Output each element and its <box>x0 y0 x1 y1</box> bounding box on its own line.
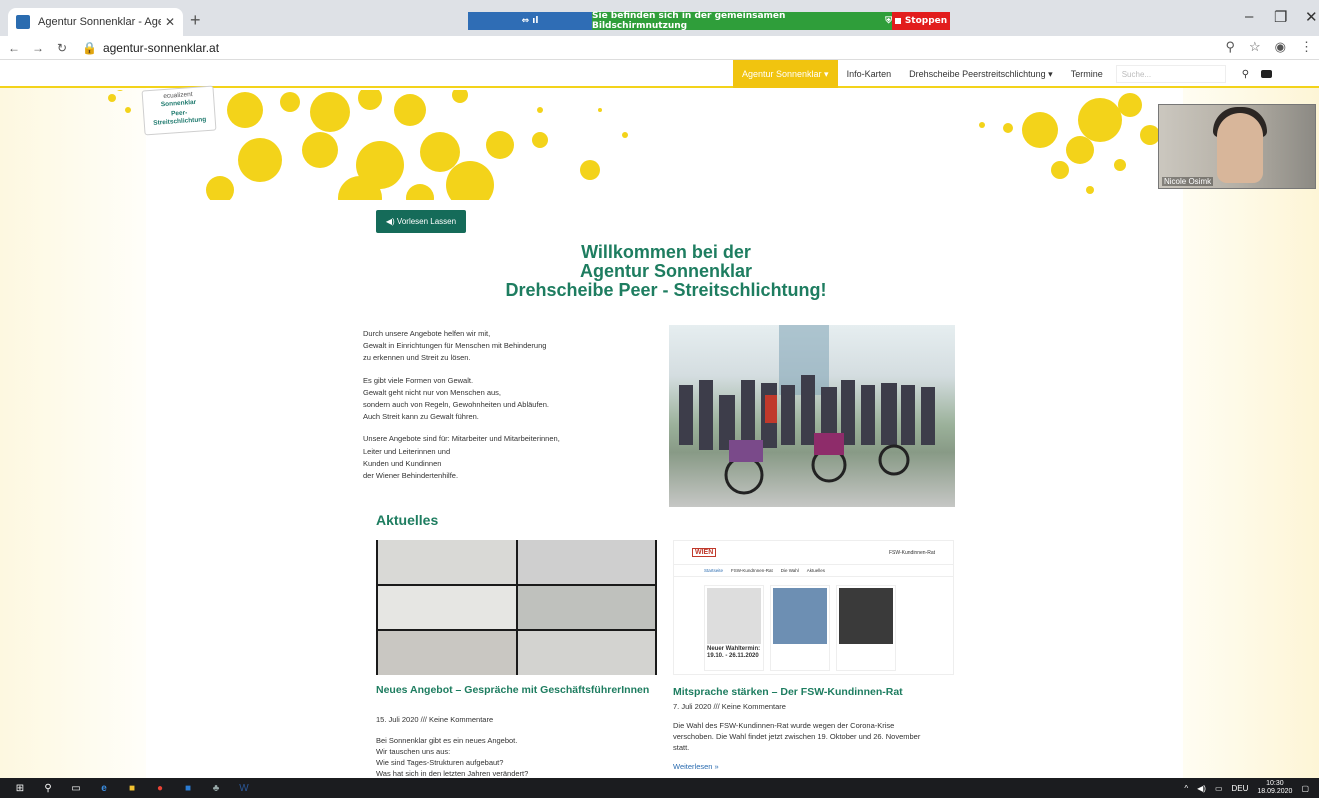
lock-icon: 🔒 <box>82 40 97 55</box>
wien-logo: WIEN <box>692 548 717 557</box>
participant-face <box>1217 113 1263 183</box>
web-page: Agentur Sonnenklar ▾ Info-Karten Drehsch… <box>0 60 1319 778</box>
vorlesen-button[interactable]: ◀) Vorlesen Lassen <box>376 210 466 233</box>
post-title[interactable]: Mitsprache stärken – Der FSW-Kundinnen-R… <box>673 686 963 698</box>
accessibility-image <box>773 588 827 644</box>
video-call-tile <box>517 540 655 584</box>
youtube-icon[interactable] <box>1261 70 1273 78</box>
video-call-tile <box>517 585 655 630</box>
outlook-icon[interactable]: ■ <box>180 781 196 795</box>
search-icon[interactable]: ⚲ <box>40 781 56 795</box>
post-meta: 7. Juli 2020 /// Keine Kommentare <box>673 702 786 711</box>
fsw-card <box>770 585 830 671</box>
shield-icon: ⛨ <box>885 16 892 26</box>
video-call-tile <box>517 631 655 675</box>
url-text: agentur-sonnenklar.at <box>102 40 220 55</box>
post-excerpt: Die Wahl des FSW-Kundinnen-Rat wurde weg… <box>673 721 921 752</box>
video-participant-tile[interactable]: Nicole Osimk <box>1158 104 1316 189</box>
network-signal-icon: ⇔ ıl <box>468 12 592 30</box>
forward-icon[interactable]: → <box>28 41 48 55</box>
tab-title: Agentur Sonnenklar - Agentur So <box>38 16 161 28</box>
fsw-card: Neuer Wahltermin: 19.10. - 26.11.2020 <box>704 585 764 671</box>
menu-drehscheibe[interactable]: Drehscheibe Peerstreitschlichtung ▾ <box>900 60 1062 88</box>
stop-icon <box>894 18 901 24</box>
read-more-link[interactable]: Weiterlesen » <box>673 762 719 771</box>
profile-icon[interactable]: ◉ <box>1275 39 1286 55</box>
fsw-logo: FSW-Kundinnen-Rat <box>888 549 935 556</box>
aktuelles-heading: Aktuelles <box>376 512 439 528</box>
participant-name: Nicole Osimk <box>1162 177 1214 186</box>
post-meta: 15. Juli 2020 /// Keine Kommentare <box>376 715 494 724</box>
address-bar: ← → ↻ 🔒 agentur-sonnenklar.at ⚲ ☆ ◉ ⋮ <box>0 36 1319 60</box>
clock[interactable]: 10:30 18.09.2020 <box>1257 780 1292 796</box>
menu-termine[interactable]: Termine <box>1062 60 1112 88</box>
chrome-icon[interactable]: ● <box>152 781 168 795</box>
menu-agentur-sonnenklar[interactable]: Agentur Sonnenklar ▾ <box>733 60 838 88</box>
reload-icon[interactable]: ↻ <box>52 41 72 55</box>
menu-icon[interactable]: ⋮ <box>1300 39 1313 55</box>
back-icon[interactable]: ← <box>4 41 24 55</box>
task-view-icon[interactable]: ▭ <box>68 781 84 795</box>
event-photo <box>839 588 893 644</box>
video-call-tile <box>378 585 516 630</box>
post-image-fsw[interactable]: WIEN FSW-Kundinnen-Rat Startseite FSW-Ku… <box>673 540 954 675</box>
tab-close-icon[interactable]: ✕ <box>165 15 175 29</box>
minimize-icon[interactable]: – <box>1245 8 1253 25</box>
video-call-tile <box>378 540 516 584</box>
word-icon[interactable]: W <box>236 781 252 795</box>
taskbar: ⊞ ⚲ ▭ e ■ ● ■ ♣ W ^ ◀) ▭ DEU 10:30 18.09… <box>0 778 1319 798</box>
ballot-box-image <box>707 588 761 644</box>
screenshare-status: Sie befinden sich in der gemeinsamen Bil… <box>592 11 786 31</box>
post-title[interactable]: Neues Angebot – Gespräche mit Geschäftsf… <box>376 684 656 696</box>
site-nav: Agentur Sonnenklar ▾ Info-Karten Drehsch… <box>0 60 1319 88</box>
intro-text: Durch unsere Angebote helfen wir mit, Ge… <box>363 329 560 481</box>
browser-tab[interactable]: Agentur Sonnenklar - Agentur So ✕ <box>8 8 183 36</box>
favicon-icon <box>16 15 30 29</box>
main-content: ◀) Vorlesen Lassen Willkommen bei der Ag… <box>146 200 1183 778</box>
screen: Agentur Sonnenklar - Agentur So ✕ + ⇔ ıl… <box>0 0 1319 798</box>
post-image-video-call[interactable] <box>376 540 657 675</box>
file-explorer-icon[interactable]: ■ <box>124 781 140 795</box>
app-icon[interactable]: ♣ <box>208 781 224 795</box>
group-photo <box>669 325 955 507</box>
tray-chevron-icon[interactable]: ^ <box>1184 784 1188 793</box>
url-field[interactable]: 🔒 agentur-sonnenklar.at <box>82 41 219 55</box>
fsw-card <box>836 585 896 671</box>
search-icon[interactable]: ⚲ <box>1242 69 1249 80</box>
search-input[interactable]: Suche... <box>1115 65 1226 83</box>
star-icon[interactable]: ☆ <box>1249 39 1261 55</box>
notification-icon[interactable]: ▢ <box>1301 784 1309 793</box>
stop-sharing-button[interactable]: Stoppen <box>892 12 950 30</box>
group-photo-figures <box>679 325 935 495</box>
post-excerpt: Bei Sonnenklar gibt es ein neues Angebot… <box>376 736 529 778</box>
new-tab-button[interactable]: + <box>190 10 201 31</box>
zoom-icon[interactable]: ⚲ <box>1225 39 1235 55</box>
window-close-icon[interactable]: ✕ <box>1305 8 1318 26</box>
network-icon[interactable]: ▭ <box>1215 784 1223 793</box>
maximize-icon[interactable]: ❐ <box>1274 8 1287 26</box>
windows-start-icon[interactable]: ⊞ <box>12 781 28 795</box>
page-title: Willkommen bei der Agentur Sonnenklar Dr… <box>505 242 827 300</box>
edge-icon[interactable]: e <box>96 781 112 795</box>
site-logo[interactable]: ecualizent Sonnenklar Peer- Streitschlic… <box>141 85 217 136</box>
screenshare-bar: ⇔ ıl Sie befinden sich in der gemeinsame… <box>468 11 950 31</box>
browser-tab-bar: Agentur Sonnenklar - Agentur So ✕ + ⇔ ıl… <box>0 0 1319 36</box>
language-indicator[interactable]: DEU <box>1232 784 1249 793</box>
menu-info-karten[interactable]: Info-Karten <box>838 60 901 88</box>
video-call-tile <box>378 631 516 675</box>
stop-label: Stoppen <box>904 16 948 26</box>
volume-icon[interactable]: ◀) <box>1197 784 1206 793</box>
